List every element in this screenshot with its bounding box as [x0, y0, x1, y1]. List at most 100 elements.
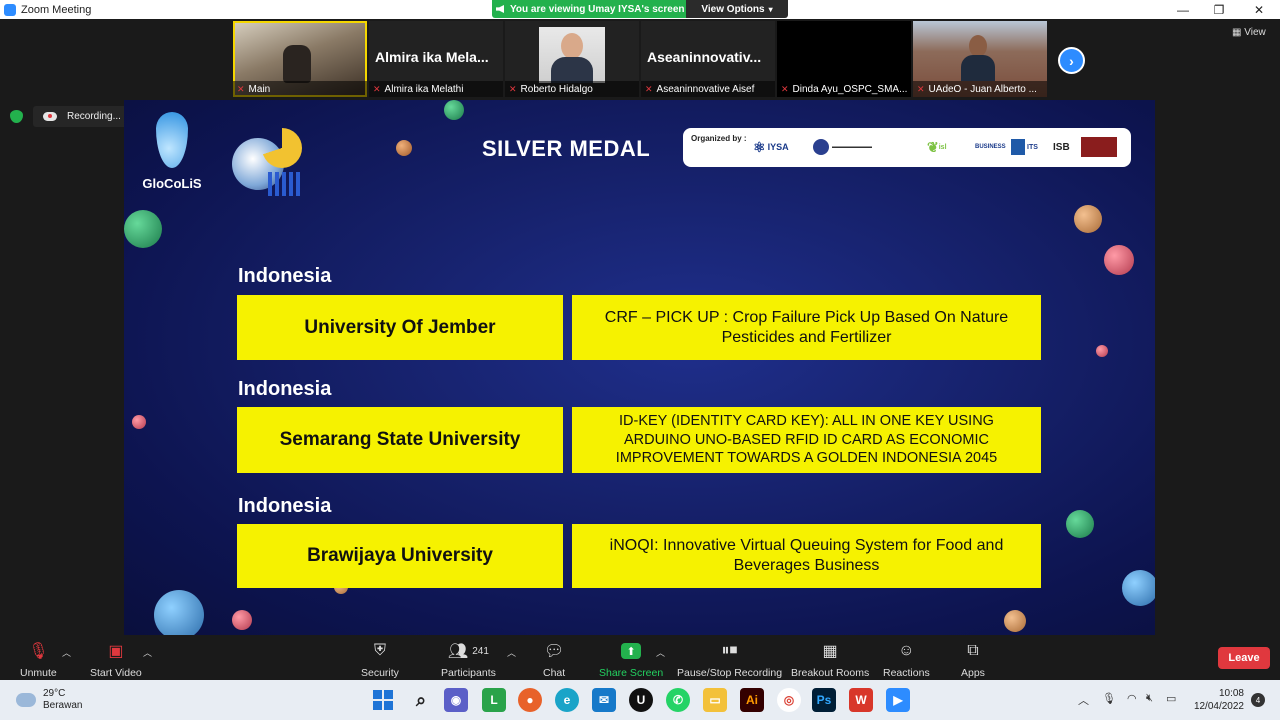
audio-options-caret[interactable]: ︿: [62, 646, 71, 659]
video-off-icon: ▣: [108, 643, 124, 660]
award-university: Semarang State University: [237, 407, 563, 473]
share-screen-label: Share Screen: [599, 667, 664, 679]
participant-tile[interactable]: Aseaninnovativ... ✕ Aseaninnovative Aisef: [641, 21, 775, 97]
start-button[interactable]: [371, 688, 395, 712]
minimize-button[interactable]: —: [1164, 0, 1202, 19]
chat-bubble-icon: 💬︎: [543, 643, 565, 660]
breakout-grid-icon: ▦: [822, 643, 838, 660]
reactions-button[interactable]: ☺︎ Reactions: [883, 640, 930, 679]
participants-button[interactable]: 👥︎ 241 Participants: [441, 640, 496, 679]
microphone-tray-icon[interactable]: 🎙︎: [1102, 692, 1116, 705]
participant-tile[interactable]: ✕ Roberto Hidalgo: [505, 21, 639, 97]
unmute-button[interactable]: 🎙︎ Unmute: [20, 640, 57, 679]
edge-taskbar-icon[interactable]: e: [555, 688, 579, 712]
temperature: 29°C: [43, 688, 66, 699]
notification-badge[interactable]: 4: [1251, 693, 1265, 707]
participant-name: Almira ika Melathi: [384, 83, 464, 95]
participant-tile[interactable]: ✕ Dinda Ayu_OSPC_SMA...: [777, 21, 911, 97]
glocolis-logo-text: GloCoLiS: [142, 176, 202, 191]
l-app-taskbar-icon[interactable]: L: [482, 688, 506, 712]
participants-options-caret[interactable]: ︿: [507, 646, 516, 659]
encryption-shield-icon[interactable]: [10, 110, 23, 123]
apps-button[interactable]: ⧉ Apps: [961, 640, 985, 679]
participants-icon-group: 👥︎ 241: [448, 640, 489, 662]
photoshop-taskbar-icon[interactable]: Ps: [812, 688, 836, 712]
chevron-right-icon: ›: [1069, 52, 1074, 69]
start-video-label: Start Video: [90, 667, 142, 679]
decorative-orb: [396, 140, 412, 156]
decorative-orb: [1096, 345, 1108, 357]
share-screen-button[interactable]: ⬆ Share Screen: [599, 640, 663, 679]
share-icon-wrap: ⬆: [621, 640, 642, 662]
view-layout-button[interactable]: ▦ View: [1232, 27, 1266, 38]
chat-label: Chat: [543, 667, 566, 679]
system-clock[interactable]: 10:08 12/04/2022: [1192, 687, 1244, 713]
decorative-orb: [1074, 205, 1102, 233]
organizer-logo-name: BUSINESS: [975, 144, 1006, 150]
illustrator-taskbar-icon[interactable]: Ai: [740, 688, 764, 712]
window-title: Zoom Meeting: [21, 3, 92, 16]
people-icon: 👥︎: [447, 643, 469, 660]
battery-icon[interactable]: ▭: [1166, 692, 1176, 705]
apps-icon: ⧉: [967, 642, 979, 659]
decorative-orb: [1122, 570, 1155, 606]
participant-name: Dinda Ayu_OSPC_SMA...: [792, 83, 908, 95]
muted-mic-icon: ✕: [237, 83, 245, 94]
organizer-logo-name: ITS: [1027, 143, 1038, 151]
participant-video: [283, 45, 311, 83]
wifi-icon[interactable]: ◠: [1127, 692, 1137, 705]
search-taskbar-button[interactable]: ⌕: [409, 688, 433, 712]
participant-name: Main: [248, 83, 271, 95]
participant-tile-main[interactable]: ✕ Main: [233, 21, 367, 97]
close-window-button[interactable]: ✕: [1240, 0, 1278, 19]
participant-video: [961, 35, 995, 81]
next-page-button[interactable]: ›: [1058, 47, 1085, 74]
decorative-orb: [444, 100, 464, 120]
award-project: iNOQI: Innovative Virtual Queuing System…: [572, 524, 1041, 588]
participant-count: 241: [472, 645, 489, 657]
u-app-taskbar-icon[interactable]: U: [629, 688, 653, 712]
whatsapp-taskbar-icon[interactable]: ✆: [666, 688, 690, 712]
security-button[interactable]: ⛨ Security: [361, 640, 399, 679]
mail-taskbar-icon[interactable]: ✉: [592, 688, 616, 712]
weather-widget[interactable]: 29°C Berawan: [16, 688, 82, 712]
start-video-button[interactable]: ▣ Start Video: [90, 640, 142, 679]
decorative-orb: [132, 415, 146, 429]
reactions-label: Reactions: [883, 667, 930, 679]
decorative-orb: [1004, 610, 1026, 632]
viewing-screen-banner: You are viewing Umay IYSA's screen: [492, 0, 693, 18]
volume-muted-icon[interactable]: 🔇︎: [1146, 692, 1153, 705]
video-options-caret[interactable]: ︿: [143, 646, 152, 659]
chevron-down-icon: ▾: [768, 4, 773, 14]
restore-icon: ❐: [1213, 2, 1225, 17]
maximize-button[interactable]: ❐: [1200, 0, 1238, 19]
breakout-rooms-button[interactable]: ▦ Breakout Rooms: [791, 640, 869, 679]
firefox-taskbar-icon[interactable]: ●: [518, 688, 542, 712]
leave-button[interactable]: Leave: [1218, 647, 1270, 669]
participant-tile[interactable]: ✕ UAdeO - Juan Alberto ...: [913, 21, 1047, 97]
award-country: Indonesia: [238, 495, 332, 517]
close-icon: ✕: [1253, 2, 1265, 17]
teams-chat-taskbar-icon[interactable]: ◉: [444, 688, 468, 712]
decorative-orb: [232, 610, 252, 630]
view-options-button[interactable]: View Options ▾: [686, 0, 788, 18]
participant-name: Roberto Hidalgo: [520, 83, 593, 95]
organizer-logo: ❦ isl: [927, 138, 947, 155]
speaker-icon: [496, 5, 504, 13]
share-options-caret[interactable]: ︿: [656, 646, 665, 659]
red-seal-icon: [1081, 137, 1117, 157]
participant-name-bar: ✕ UAdeO - Juan Alberto ...: [913, 81, 1047, 97]
bar-chart-icon: [268, 172, 302, 196]
participant-tile[interactable]: Almira ika Mela... ✕ Almira ika Melathi: [369, 21, 503, 97]
zoom-taskbar-icon[interactable]: ▶: [886, 688, 910, 712]
windows-logo-icon: [373, 690, 393, 710]
wps-taskbar-icon[interactable]: W: [849, 688, 873, 712]
file-explorer-taskbar-icon[interactable]: ▭: [703, 688, 727, 712]
medal-title: SILVER MEDAL: [482, 136, 651, 161]
pause-stop-recording-button[interactable]: ⏸︎⏹︎ Pause/Stop Recording: [677, 640, 782, 679]
organizer-logo: [1081, 136, 1117, 158]
tray-overflow-icon[interactable]: ︿: [1078, 692, 1089, 708]
clock-date: 12/04/2022: [1193, 701, 1244, 712]
chrome-taskbar-icon[interactable]: ◎: [777, 688, 801, 712]
chat-button[interactable]: 💬︎ Chat: [543, 640, 565, 679]
